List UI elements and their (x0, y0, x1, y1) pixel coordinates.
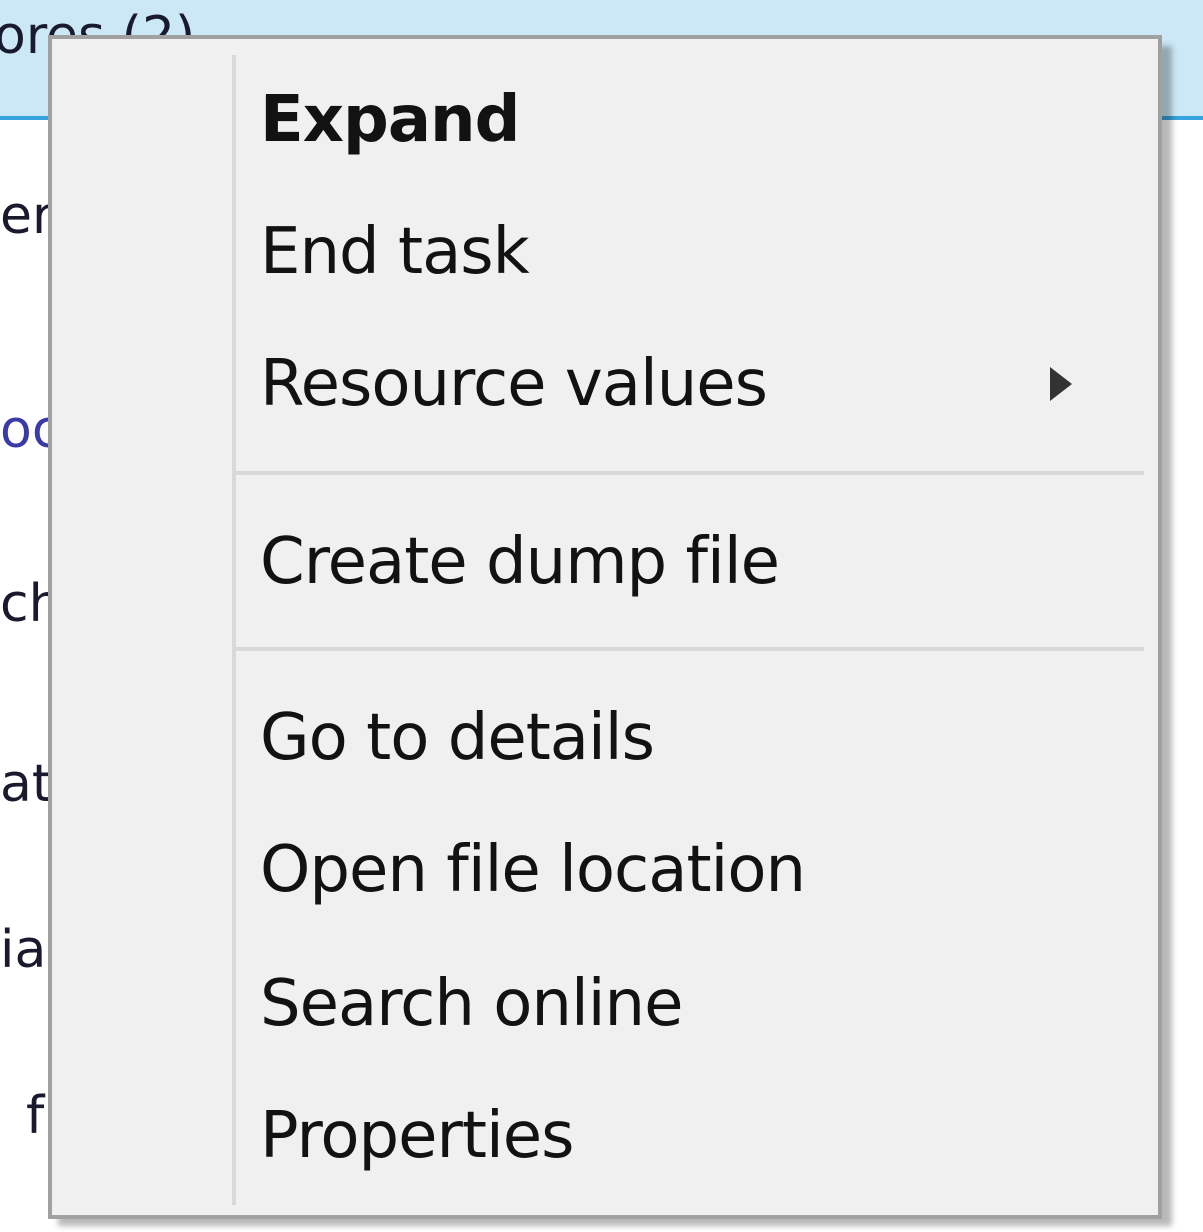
context-menu: Expand End task Resource values Create d… (48, 35, 1162, 1219)
menu-separator (236, 471, 1144, 475)
menu-item-label: Search online (260, 967, 683, 1041)
process-row-fragment[interactable]: er (0, 190, 53, 242)
submenu-arrow-icon (1050, 367, 1072, 401)
menu-item-go-to-details[interactable]: Go to details (260, 683, 1140, 793)
menu-item-end-task[interactable]: End task (260, 197, 1140, 307)
menu-item-label: Create dump file (260, 525, 780, 599)
menu-item-create-dump-file[interactable]: Create dump file (260, 507, 1140, 617)
menu-icon-gutter-divider (232, 55, 236, 1205)
menu-separator (236, 647, 1144, 651)
process-row-fragment[interactable]: f (26, 1090, 44, 1142)
menu-item-label: End task (260, 215, 530, 289)
menu-item-expand[interactable]: Expand (260, 65, 1140, 175)
menu-item-label: Open file location (260, 833, 806, 907)
menu-item-label: Resource values (260, 347, 768, 421)
menu-item-label: Go to details (260, 701, 655, 775)
menu-item-label: Properties (260, 1099, 574, 1173)
menu-item-search-online[interactable]: Search online (260, 949, 1140, 1059)
process-row-fragment[interactable]: at (0, 758, 52, 810)
process-row-fragment[interactable]: ia (0, 924, 46, 976)
menu-item-resource-values[interactable]: Resource values (260, 329, 1140, 439)
menu-item-properties[interactable]: Properties (260, 1081, 1140, 1191)
menu-item-label: Expand (260, 83, 520, 157)
menu-item-open-file-location[interactable]: Open file location (260, 815, 1140, 925)
